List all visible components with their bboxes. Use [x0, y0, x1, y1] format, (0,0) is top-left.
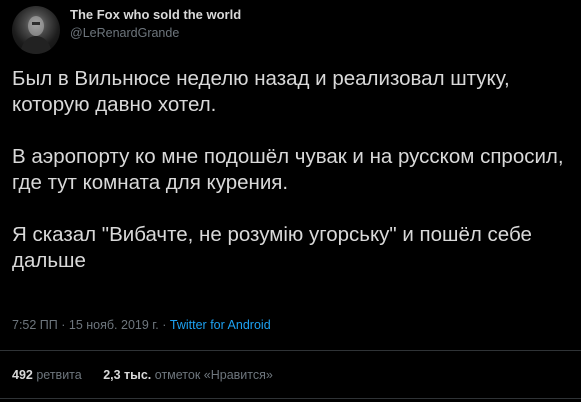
tweet-paragraph: В аэропорту ко мне подошёл чувак и на ру… — [12, 145, 564, 194]
tweet-header: The Fox who sold the world @LeRenardGran… — [12, 6, 241, 54]
tweet-paragraph: Был в Вильнюсе неделю назад и реализовал… — [12, 67, 510, 116]
retweets-label: ретвита — [36, 368, 82, 382]
likes-count: 2,3 тыс. — [103, 368, 152, 382]
author-display-name[interactable]: The Fox who sold the world — [70, 6, 241, 24]
retweets-stat[interactable]: 492 ретвита — [12, 368, 82, 382]
meta-separator: · — [158, 318, 170, 332]
author-handle[interactable]: @LeRenardGrande — [70, 24, 241, 42]
tweet-stats: 492 ретвита 2,3 тыс. отметок «Нравится» — [12, 366, 291, 384]
divider — [0, 398, 581, 399]
divider — [0, 350, 581, 351]
likes-label: отметок «Нравится» — [154, 368, 273, 382]
tweet-time[interactable]: 7:52 ПП — [12, 318, 58, 332]
tweet-meta: 7:52 ПП · 15 нояб. 2019 г. · Twitter for… — [12, 316, 271, 334]
tweet-source-link[interactable]: Twitter for Android — [170, 318, 271, 332]
avatar[interactable] — [12, 6, 60, 54]
retweets-count: 492 — [12, 368, 33, 382]
tweet-text: Был в Вильнюсе неделю назад и реализовал… — [12, 66, 572, 274]
tweet-paragraph: Я сказал "Вибачте, не розумію угорську" … — [12, 223, 532, 272]
meta-separator: · — [57, 318, 69, 332]
likes-stat[interactable]: 2,3 тыс. отметок «Нравится» — [103, 368, 273, 382]
tweet-card: The Fox who sold the world @LeRenardGran… — [0, 0, 581, 402]
tweet-date[interactable]: 15 нояб. 2019 г. — [69, 318, 159, 332]
avatar-portrait-icon — [20, 16, 52, 54]
author-names: The Fox who sold the world @LeRenardGran… — [70, 6, 241, 42]
